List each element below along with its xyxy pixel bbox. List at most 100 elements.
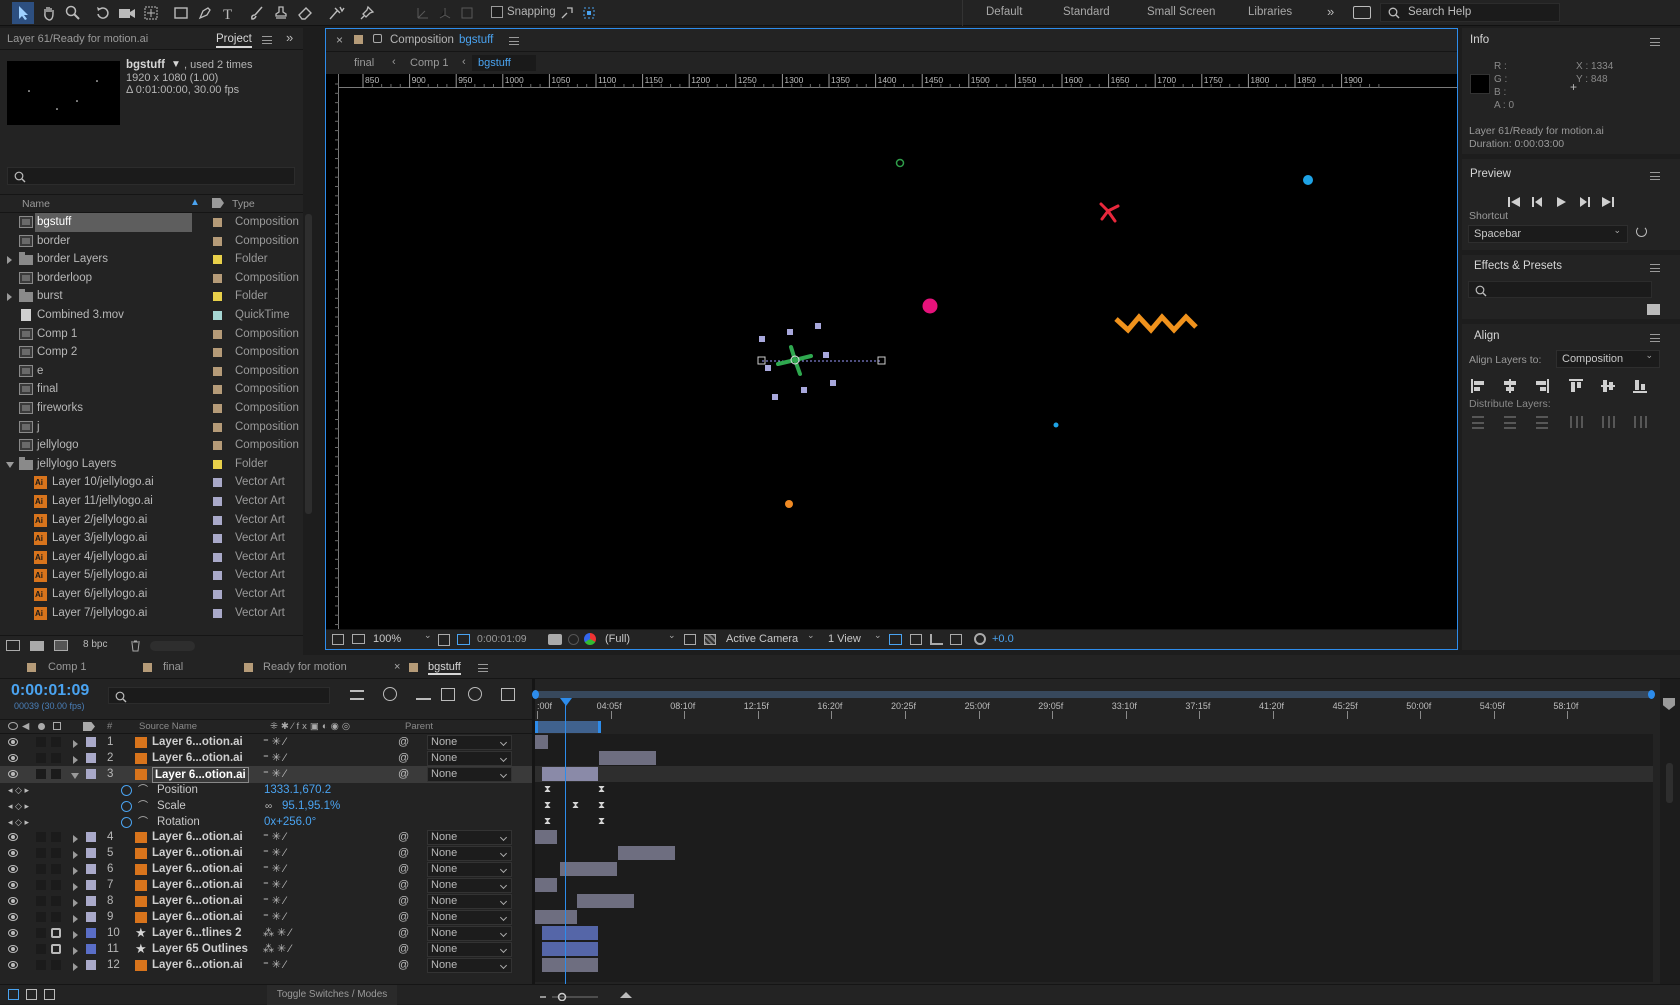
layer-source-name[interactable]: Layer 6...tlines 2 <box>152 925 242 942</box>
twirl-closed-icon[interactable] <box>73 755 78 764</box>
align-right-icon[interactable] <box>1534 378 1550 394</box>
visibility-eye-icon[interactable] <box>8 912 18 921</box>
label-color-swatch[interactable] <box>86 880 96 891</box>
twirl-closed-icon[interactable] <box>73 867 78 876</box>
workspace-standard[interactable]: Standard <box>1063 6 1110 18</box>
label-color-swatch[interactable] <box>86 911 96 922</box>
label-color-swatch[interactable] <box>213 459 222 469</box>
solo-switch[interactable] <box>36 848 46 859</box>
mask-visibility-icon[interactable] <box>457 634 470 645</box>
flowchart-icon[interactable] <box>950 634 962 645</box>
layer-source-name[interactable]: Layer 6...otion.ai <box>152 734 243 751</box>
column-name-header[interactable]: Name <box>22 198 50 210</box>
label-color-swatch[interactable] <box>213 590 222 599</box>
layer-row[interactable]: 11 ★ Layer 65 Outlines ⁂✳⁄ @ None <box>0 941 535 958</box>
pickwhip-icon[interactable]: @ <box>398 766 409 783</box>
layer-duration-bar[interactable] <box>598 750 656 765</box>
lock-switch[interactable] <box>51 768 61 779</box>
work-area-bar[interactable] <box>535 691 1653 698</box>
pickwhip-icon[interactable]: @ <box>398 941 409 958</box>
layer-duration-bar[interactable] <box>535 909 578 924</box>
work-area-end-handle[interactable] <box>1648 690 1655 699</box>
layer-duration-bar[interactable] <box>541 941 598 956</box>
graph-icon[interactable]: ⌒ <box>138 782 148 799</box>
property-value[interactable]: 0x+256.0° <box>264 814 316 831</box>
layer-duration-bar[interactable] <box>535 830 558 845</box>
breadcrumb-final[interactable]: final <box>354 57 374 69</box>
layer-duration-bar[interactable] <box>535 878 558 893</box>
project-scrollbar[interactable] <box>305 214 312 514</box>
zoom-in-icon[interactable] <box>620 992 632 998</box>
solo-switch[interactable] <box>36 943 46 954</box>
label-color-swatch[interactable] <box>86 832 96 843</box>
pickwhip-icon[interactable]: @ <box>398 909 409 926</box>
lock-switch[interactable] <box>51 911 61 922</box>
timeline-scrollbar[interactable] <box>1666 763 1673 803</box>
solo-switch[interactable] <box>36 832 46 843</box>
bit-depth-button[interactable]: 8 bpc <box>83 639 107 650</box>
visibility-eye-icon[interactable] <box>8 769 18 778</box>
layer-source-name[interactable]: Layer 6...otion.ai <box>152 829 243 846</box>
switch-icons[interactable]: ⁼✳⁄ <box>263 893 289 910</box>
label-color-swatch[interactable] <box>86 896 96 906</box>
reset-shortcut-icon[interactable] <box>1636 226 1647 237</box>
pickwhip-icon[interactable]: @ <box>398 925 409 942</box>
workspace-default[interactable]: Default <box>986 6 1022 18</box>
align-horizontal-center-icon[interactable] <box>1502 378 1518 394</box>
constrain-proportions-icon[interactable]: ∞ <box>265 798 272 815</box>
transparency-grid-icon[interactable] <box>704 634 716 645</box>
frame-blending-icon[interactable] <box>441 688 455 701</box>
switch-icons[interactable]: ⁼✳⁄ <box>263 750 289 767</box>
keyframe-icon[interactable]: ⧗ <box>597 816 606 826</box>
label-color-swatch[interactable] <box>213 404 222 413</box>
layer-row[interactable]: 10 ★ Layer 6...tlines 2 ⁂✳⁄ @ None <box>0 925 535 942</box>
project-item-row[interactable]: Combined 3.mov QuickTime <box>4 306 300 325</box>
lock-switch[interactable] <box>51 864 61 875</box>
label-color-swatch[interactable] <box>86 768 96 779</box>
label-color-swatch[interactable] <box>213 515 222 525</box>
switch-icons[interactable]: ⁼✳⁄ <box>263 766 289 783</box>
layer-row[interactable]: 6 Layer 6...otion.ai ⁼✳⁄ @ None <box>0 861 535 878</box>
label-color-swatch[interactable] <box>213 385 222 395</box>
parent-dropdown[interactable]: None <box>427 941 512 957</box>
distribute-top-icon[interactable] <box>1470 414 1486 430</box>
label-color-swatch[interactable] <box>213 571 222 581</box>
work-area-start-handle[interactable] <box>532 690 539 699</box>
toggle-pixel-aspect-icon[interactable] <box>889 634 902 645</box>
parent-dropdown[interactable]: None <box>427 957 512 973</box>
twirl-closed-icon[interactable] <box>73 883 78 892</box>
project-item-row[interactable]: e Composition <box>4 362 300 381</box>
align-vertical-center-icon[interactable] <box>1600 378 1616 394</box>
rectangle-tool-icon[interactable] <box>170 2 192 24</box>
resolution-dropdown[interactable]: (Full) <box>605 633 630 645</box>
project-item-row[interactable]: Layer 10/jellylogo.ai Vector Art <box>4 473 300 492</box>
view-layout-dropdown[interactable]: 1 View <box>828 633 861 645</box>
keyframe-navigator-icon[interactable]: ◂ ◇ ▸ <box>8 798 29 815</box>
project-item-row[interactable]: borderloop Composition <box>4 269 300 288</box>
zoom-slider[interactable] <box>538 989 638 1001</box>
layer-duration-bar[interactable] <box>577 894 635 908</box>
keyframe-icon[interactable]: ⧗ <box>597 800 606 810</box>
new-preset-icon[interactable] <box>1647 304 1660 315</box>
switch-icons[interactable]: ⁼✳⁄ <box>263 957 289 974</box>
switch-icons[interactable]: ⁼✳⁄ <box>263 845 289 862</box>
panel-overflow-icon[interactable]: » <box>286 30 293 45</box>
label-color-swatch[interactable] <box>213 311 222 320</box>
solo-switch[interactable] <box>36 752 46 763</box>
project-search-field[interactable] <box>7 167 295 185</box>
layer-row[interactable]: 7 Layer 6...otion.ai ⁼✳⁄ @ None <box>0 877 535 894</box>
label-color-swatch[interactable] <box>86 864 96 875</box>
project-item-row[interactable]: Layer 2/jellylogo.ai Vector Art <box>4 511 300 530</box>
visibility-eye-icon[interactable] <box>8 881 18 890</box>
comp-menu-icon[interactable] <box>509 37 519 45</box>
lock-icon[interactable] <box>51 943 61 954</box>
new-composition-icon[interactable] <box>54 640 68 651</box>
camera-tool-icon[interactable] <box>116 2 138 24</box>
label-color-swatch[interactable] <box>213 329 222 339</box>
label-color-swatch[interactable] <box>213 608 222 618</box>
time-navigator-range[interactable] <box>535 721 601 733</box>
distribute-right-icon[interactable] <box>1632 414 1648 430</box>
label-color-swatch[interactable] <box>213 292 222 302</box>
brush-tool-icon[interactable] <box>246 2 268 24</box>
layer-duration-bar[interactable] <box>541 766 598 781</box>
